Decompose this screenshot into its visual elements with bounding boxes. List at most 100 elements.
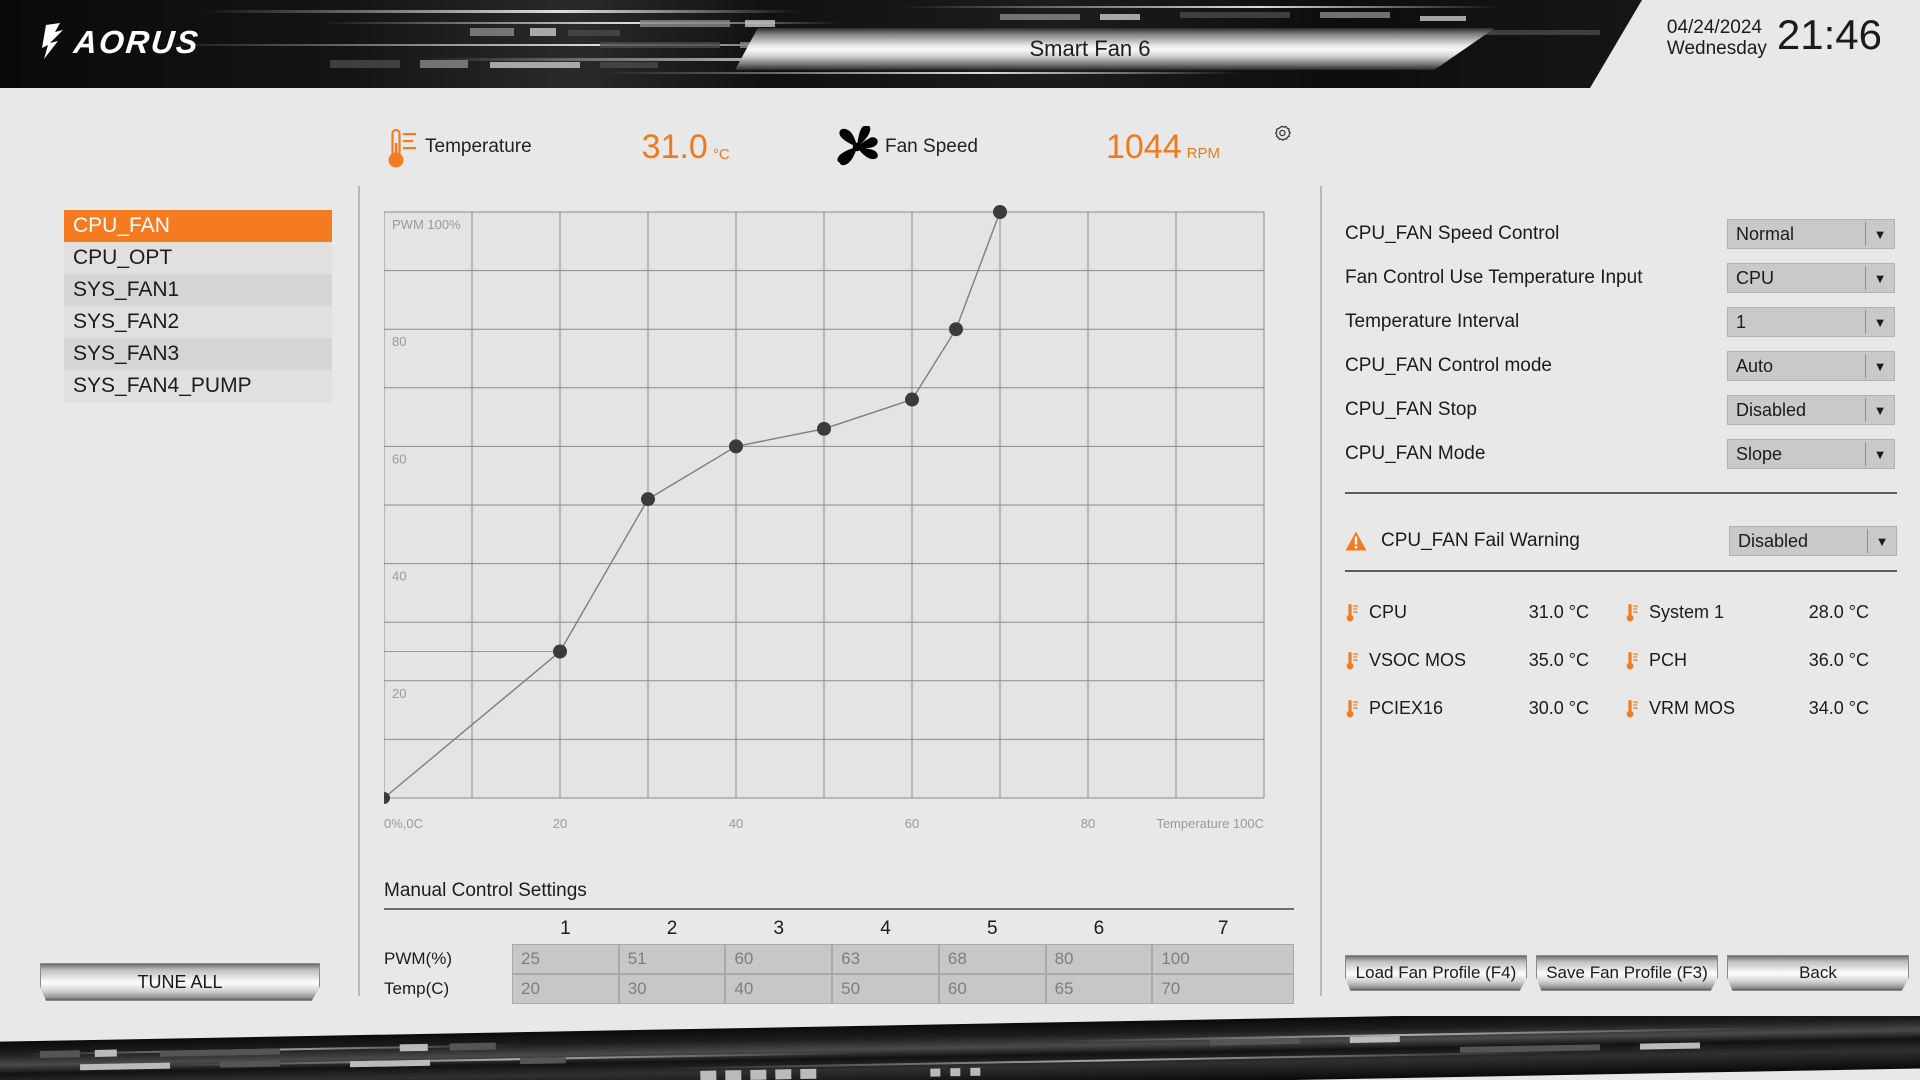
fan-list-item-sys-fan1[interactable]: SYS_FAN1 [64, 274, 332, 306]
thermometer-icon [1346, 652, 1358, 670]
column-header-5: 5 [986, 918, 998, 939]
chevron-down-icon: ▼ [1873, 446, 1887, 462]
table-row-temp: Temp(C) 20 30 40 50 60 65 70 [384, 974, 1294, 1004]
dropdown-value-fan-mode: Slope [1736, 443, 1783, 464]
fan-list-item-sys-fan2[interactable]: SYS_FAN2 [64, 306, 332, 338]
pwm-input-6[interactable]: 80 [1045, 944, 1153, 974]
setting-label-control-mode: CPU_FAN Control mode [1345, 355, 1552, 376]
temp-sensor-pch: PCH 36.0 °C [1625, 643, 1905, 677]
dropdown-temp-interval[interactable]: 1 ▼ [1727, 307, 1895, 337]
back-button[interactable]: Back [1727, 955, 1909, 991]
setting-row-control-mode: CPU_FAN Control mode Auto ▼ [1345, 344, 1895, 388]
current-date: 04/24/2024 [1666, 17, 1762, 38]
column-header-1: 1 [560, 918, 571, 939]
corner-cell [384, 914, 512, 944]
column-header-4: 4 [880, 918, 891, 939]
dropdown-value-speed-control: Normal [1736, 223, 1795, 244]
falcon-icon [42, 23, 63, 59]
temp-input-6[interactable]: 65 [1045, 974, 1153, 1004]
tune-all-button[interactable]: TUNE ALL [40, 963, 320, 1001]
fan-speed-label: Fan Speed [885, 136, 978, 157]
fan-settings-panel: CPU_FAN Speed Control Normal ▼ Fan Contr… [1345, 212, 1895, 476]
date-time-display: 04/24/2024 Wednesday 21:46 [1667, 14, 1882, 60]
dropdown-control-mode[interactable]: Auto ▼ [1727, 351, 1895, 381]
temp-sensor-pciex16: PCIEX16 30.0 °C [1345, 691, 1625, 725]
svg-text:20: 20 [392, 686, 406, 701]
fan-fail-warning-row: CPU_FAN Fail Warning Disabled ▼ [1345, 524, 1897, 558]
fan-fail-warning-label: CPU_FAN Fail Warning [1381, 530, 1580, 551]
dropdown-speed-control[interactable]: Normal ▼ [1727, 219, 1895, 249]
thermometer-icon [1626, 652, 1638, 670]
temperature-label: Temperature [425, 136, 532, 157]
dropdown-value-fan-stop: Disabled [1736, 399, 1807, 420]
app-header: AORUS Smart Fan 6 04/24/2024 Wednesday 2… [0, 0, 1920, 88]
fan-list-item-cpu-opt[interactable]: CPU_OPT [64, 242, 332, 274]
setting-row-speed-control: CPU_FAN Speed Control Normal ▼ [1345, 212, 1895, 256]
chevron-down-icon: ▼ [1873, 270, 1887, 286]
thermometer-icon [1626, 700, 1638, 718]
column-header-7: 7 [1217, 918, 1229, 939]
page-title: Smart Fan 6 [1029, 36, 1151, 61]
dropdown-value-temp-interval: 1 [1736, 311, 1747, 332]
svg-text:80: 80 [1081, 816, 1095, 831]
temp-sensor-value: 31.0 °C [1528, 601, 1589, 622]
fan-list-item-sys-fan3[interactable]: SYS_FAN3 [64, 338, 332, 370]
fan-speed-readout: Fan Speed 1044 RPM [835, 126, 1220, 168]
pwm-input-7[interactable]: 100 [1152, 944, 1294, 974]
fan-speed-unit: RPM [1186, 145, 1220, 162]
setting-row-fan-mode: CPU_FAN Mode Slope ▼ [1345, 432, 1895, 476]
temp-input-2[interactable]: 30 [618, 974, 726, 1004]
app-footer [0, 1016, 1920, 1080]
temp-sensor-value: 30.0 °C [1528, 697, 1589, 718]
manual-control-settings: Manual Control Settings 1 2 3 4 5 6 7 PW… [384, 880, 1294, 1004]
setting-label-temp-interval: Temperature Interval [1345, 311, 1520, 332]
dropdown-temp-input[interactable]: CPU ▼ [1727, 263, 1895, 293]
table-header-row: 1 2 3 4 5 6 7 [384, 914, 1294, 944]
pwm-input-4[interactable]: 63 [832, 944, 939, 974]
svg-text:40: 40 [392, 569, 406, 584]
fan-list-item-sys-fan4-pump[interactable]: SYS_FAN4_PUMP [64, 370, 332, 402]
setting-row-temp-interval: Temperature Interval 1 ▼ [1345, 300, 1895, 344]
dropdown-fan-stop[interactable]: Disabled ▼ [1727, 395, 1895, 425]
gear-icon[interactable] [1272, 125, 1292, 145]
temp-input-7[interactable]: 70 [1152, 974, 1294, 1004]
pwm-input-3[interactable]: 60 [725, 944, 833, 974]
svg-text:PWM 100%: PWM 100% [392, 217, 461, 232]
temp-sensor-vrm-mos: VRM MOS 34.0 °C [1625, 691, 1905, 725]
svg-text:80: 80 [392, 334, 406, 349]
load-fan-profile-button[interactable]: Load Fan Profile (F4) [1345, 955, 1527, 991]
fan-curve-plot[interactable]: 20 40 60 80 PWM 100% 0%,0C 20 40 60 80 Temperature… [384, 198, 1294, 838]
pwm-input-1[interactable]: 25 [512, 944, 619, 974]
svg-text:60: 60 [905, 816, 919, 831]
temp-sensor-cpu: CPU 31.0 °C [1345, 595, 1625, 629]
temp-input-1[interactable]: 20 [512, 974, 619, 1004]
chevron-down-icon: ▼ [1873, 402, 1887, 418]
setting-row-fan-stop: CPU_FAN Stop Disabled ▼ [1345, 388, 1895, 432]
warning-triangle-icon [1345, 531, 1367, 551]
temp-sensor-name: CPU [1369, 601, 1408, 622]
temp-input-4[interactable]: 50 [832, 974, 939, 1004]
temp-input-3[interactable]: 40 [725, 974, 833, 1004]
temperature-readout: Temperature 31.0 °C [385, 125, 730, 169]
settings-section-divider-top [1345, 492, 1897, 494]
dropdown-fan-mode[interactable]: Slope ▼ [1727, 439, 1895, 469]
svg-text:60: 60 [392, 451, 406, 466]
pwm-input-2[interactable]: 51 [618, 944, 726, 974]
setting-label-temp-input: Fan Control Use Temperature Input [1345, 267, 1643, 288]
temp-sensor-name: PCH [1649, 649, 1688, 670]
current-time: 21:46 [1776, 11, 1882, 58]
manual-control-divider [384, 908, 1294, 910]
thermometer-icon [388, 128, 416, 168]
temp-input-5[interactable]: 60 [938, 974, 1046, 1004]
fan-list-item-cpu-fan[interactable]: CPU_FAN [64, 210, 332, 242]
action-button-bar: Load Fan Profile (F4) Save Fan Profile (… [1345, 955, 1909, 991]
row-label-temp: Temp(C) [384, 979, 450, 998]
fan-curve-chart[interactable]: 20 40 60 80 PWM 100% 0%,0C 20 40 60 80 Temperature… [384, 198, 1294, 838]
pwm-input-5[interactable]: 68 [938, 944, 1046, 974]
dropdown-fan-fail-warning[interactable]: Disabled ▼ [1729, 526, 1897, 556]
right-column-divider [1320, 186, 1322, 996]
save-fan-profile-button[interactable]: Save Fan Profile (F3) [1536, 955, 1718, 991]
temp-sensor-vsoc-mos: VSOC MOS 35.0 °C [1345, 643, 1625, 677]
sensor-readout-strip: Temperature 31.0 °C Fan Speed 1044 RPM [0, 112, 1920, 182]
temp-sensor-value: 36.0 °C [1808, 649, 1869, 670]
